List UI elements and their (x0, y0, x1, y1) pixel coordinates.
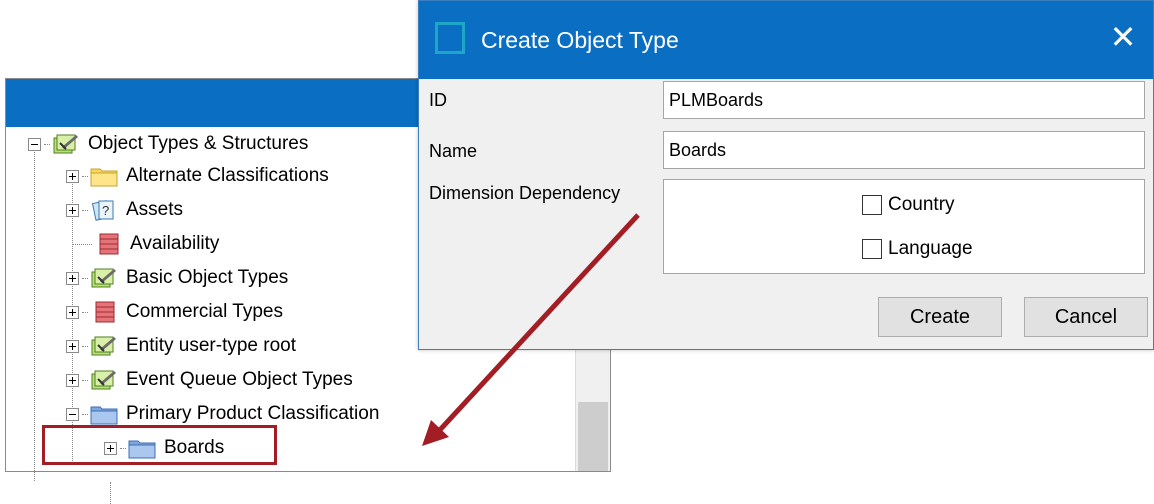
red-table-icon (90, 301, 118, 323)
boards-highlight-box (42, 425, 277, 465)
checkbox-icon[interactable] (862, 195, 882, 215)
tree-item-alternate-classifications[interactable]: Alternate Classifications (66, 159, 329, 193)
create-object-type-dialog: Create Object Type ✕ ID PLMBoards Name B… (418, 0, 1154, 350)
collapse-toggle-icon[interactable] (28, 137, 41, 151)
svg-text:?: ? (102, 203, 109, 218)
tree-item-label: Primary Product Classification (126, 403, 380, 424)
tree-item-event-queue-object-types[interactable]: Event Queue Object Types (66, 363, 353, 397)
object-type-icon (90, 267, 118, 289)
tree-guide-line (34, 141, 35, 481)
dialog-title-bar[interactable]: Create Object Type ✕ (419, 1, 1153, 79)
dimension-dependency-box: Country Language (663, 179, 1145, 274)
dialog-title: Create Object Type (481, 27, 679, 53)
language-checkbox[interactable]: Language (862, 238, 973, 260)
country-checkbox[interactable]: Country (862, 194, 955, 216)
tree-item-label: Commercial Types (126, 301, 283, 322)
tree-item-label: Assets (126, 199, 184, 220)
expand-toggle-icon[interactable] (66, 271, 79, 285)
expand-toggle-icon[interactable] (66, 305, 79, 319)
expand-toggle-icon[interactable] (66, 339, 79, 353)
tree-item-label: Basic Object Types (126, 267, 289, 288)
assets-icon: ? (90, 199, 118, 221)
tree-item-label: Availability (130, 233, 220, 254)
dimension-dependency-label: Dimension Dependency (429, 183, 621, 203)
tree-item-assets[interactable]: ? Assets (66, 193, 183, 227)
tree-item-label: Alternate Classifications (126, 165, 329, 186)
language-checkbox-label: Language (888, 238, 973, 259)
expand-toggle-icon[interactable] (66, 373, 79, 387)
collapse-toggle-icon[interactable] (66, 407, 79, 421)
name-label: Name (429, 141, 478, 161)
tree-item-label: Object Types & Structures (88, 133, 309, 154)
scrollbar-thumb[interactable] (578, 402, 608, 471)
country-checkbox-label: Country (888, 194, 955, 215)
id-field[interactable]: PLMBoards (663, 81, 1145, 119)
name-field[interactable]: Boards (663, 131, 1145, 169)
object-type-icon (52, 133, 80, 155)
blue-folder-icon (90, 403, 118, 425)
tree-item-label: Event Queue Object Types (126, 369, 353, 390)
create-button[interactable]: Create (878, 297, 1002, 337)
tree-item-label: Entity user-type root (126, 335, 297, 356)
tree-item-availability[interactable]: Availability (72, 227, 219, 261)
yellow-folder-icon (90, 165, 118, 187)
tree-item-object-types-structures[interactable]: Object Types & Structures (28, 127, 308, 161)
expand-toggle-icon[interactable] (66, 169, 79, 183)
expand-toggle-icon[interactable] (66, 203, 79, 217)
tree-item-entity-user-type-root[interactable]: Entity user-type root (66, 329, 296, 363)
cancel-button[interactable]: Cancel (1024, 297, 1148, 337)
tree-item-basic-object-types[interactable]: Basic Object Types (66, 261, 288, 295)
tree-guide-line (110, 482, 111, 504)
close-icon[interactable]: ✕ (1105, 15, 1141, 59)
window-icon (435, 22, 465, 54)
checkbox-icon[interactable] (862, 239, 882, 259)
object-type-icon (90, 335, 118, 357)
tree-item-commercial-types[interactable]: Commercial Types (66, 295, 283, 329)
id-label: ID (429, 90, 447, 110)
red-table-icon (94, 233, 122, 255)
object-type-icon (90, 369, 118, 391)
